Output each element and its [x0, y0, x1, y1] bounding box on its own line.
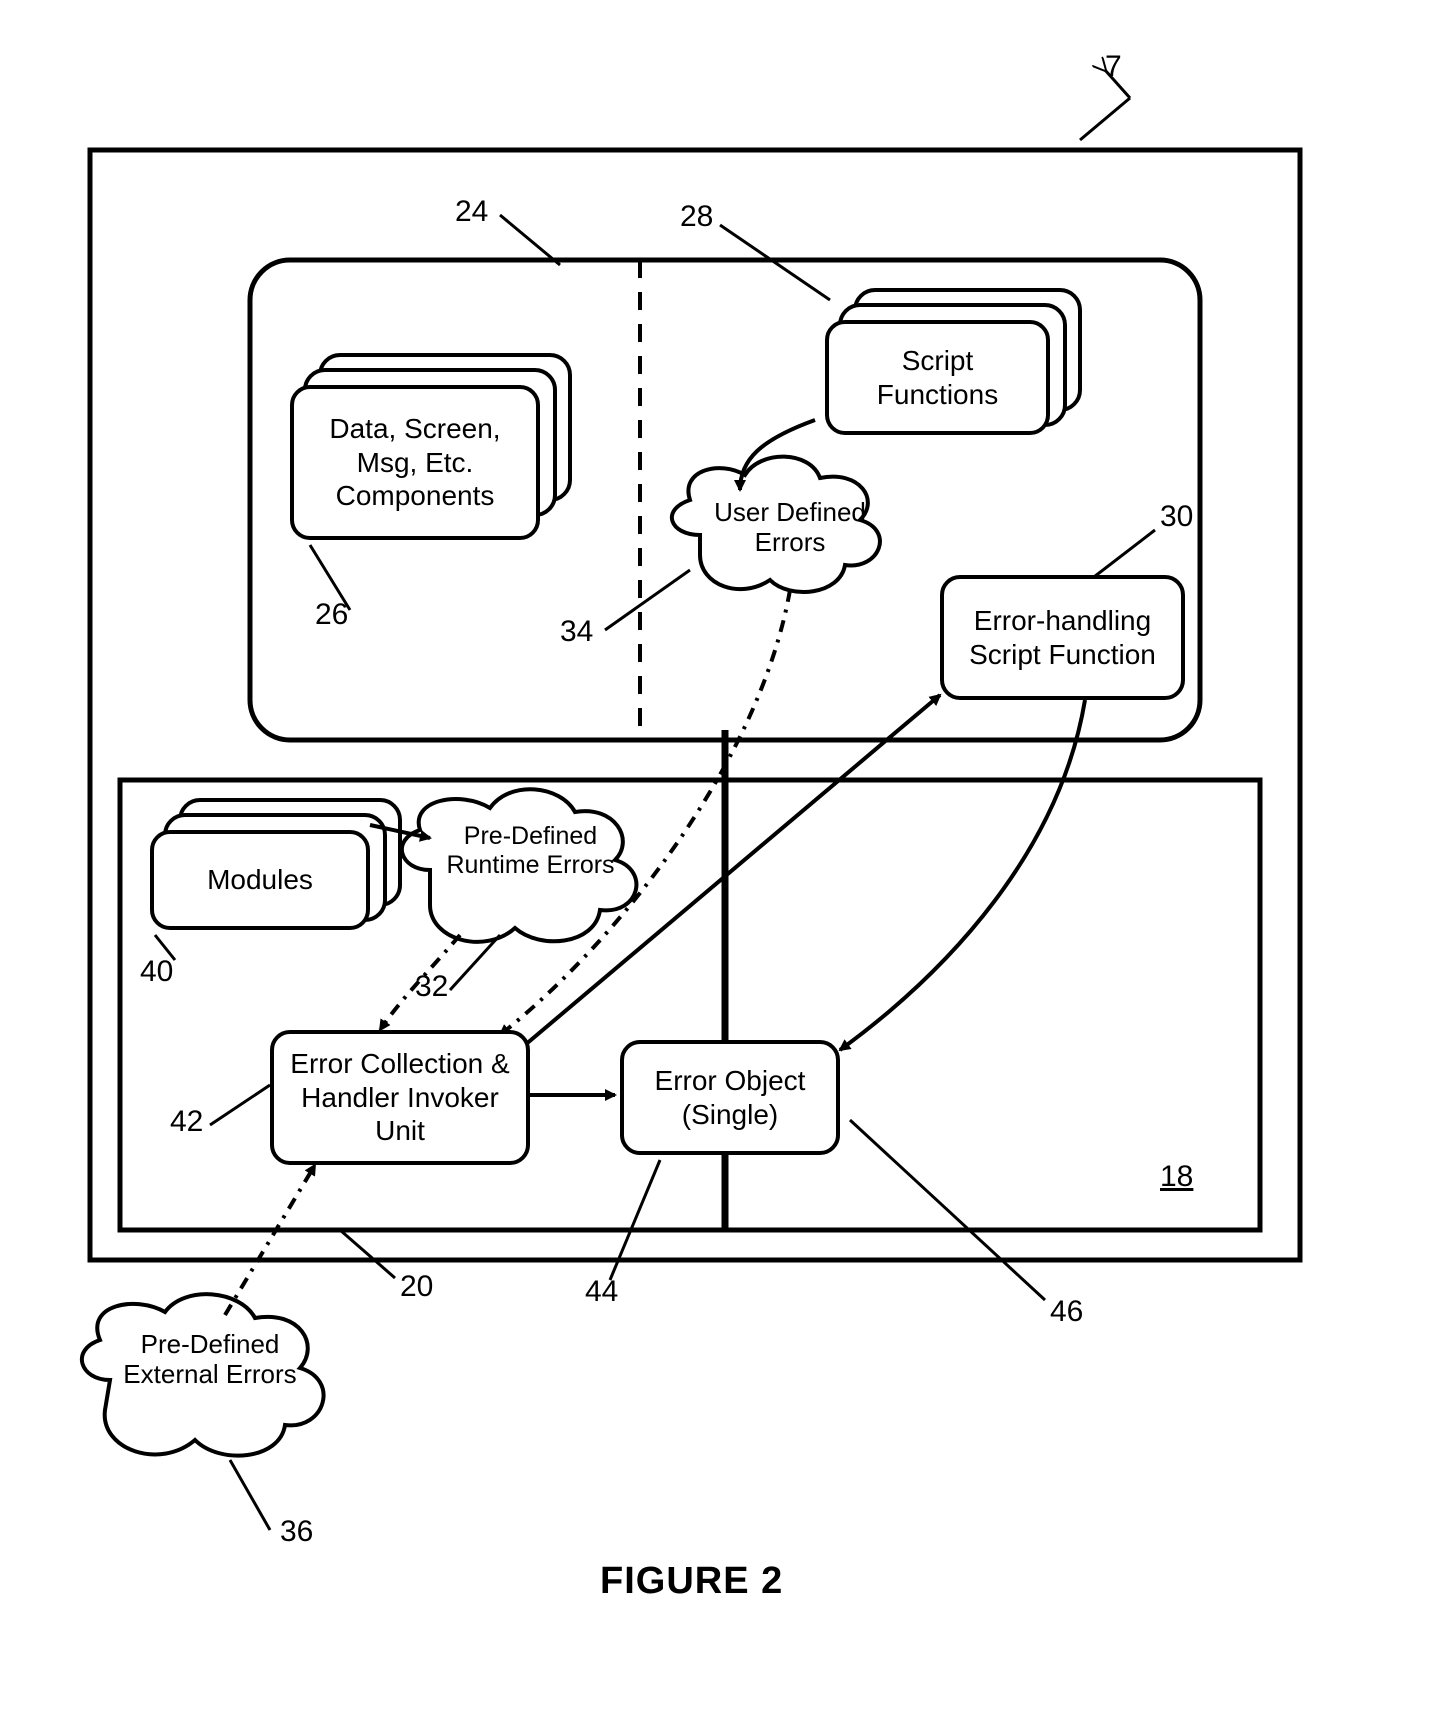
figure-title: FIGURE 2	[600, 1560, 783, 1603]
ref-30: 30	[1160, 500, 1193, 534]
cloud-text-external-errors: Pre-Defined External Errors	[115, 1330, 305, 1390]
ref-20: 20	[400, 1270, 433, 1304]
arrow-handlerfn-to-errorobject	[840, 700, 1085, 1050]
arrow-externalerrors-to-collector	[225, 1165, 315, 1315]
arrow-modules-to-runtimeerrors	[370, 825, 430, 838]
leader-34	[605, 570, 690, 630]
ref-34: 34	[560, 615, 593, 649]
ref-40: 40	[140, 955, 173, 989]
leader-30	[1090, 530, 1155, 580]
box-error-collection-invoker: Error Collection & Handler Invoker Unit	[270, 1030, 530, 1165]
leader-24	[500, 215, 560, 265]
leader-46	[850, 1120, 1045, 1300]
leader-44	[610, 1160, 660, 1280]
ref-46: 46	[1050, 1295, 1083, 1329]
ref-28: 28	[680, 200, 713, 234]
box-error-object-single: Error Object (Single)	[620, 1040, 840, 1155]
leader-42	[210, 1085, 270, 1125]
ref-26: 26	[315, 598, 348, 632]
box-script-functions: Script Functions	[825, 320, 1050, 435]
ref-18: 18	[1160, 1160, 1193, 1194]
ref-32: 32	[415, 970, 448, 1004]
arrow-scriptfn-to-usererrors	[740, 420, 815, 490]
ref-44: 44	[585, 1275, 618, 1309]
cloud-text-user-defined-errors: User Defined Errors	[700, 498, 880, 558]
ref-42: 42	[170, 1105, 203, 1139]
ref-7: 7	[1105, 50, 1122, 84]
cloud-text-runtime-errors: Pre-Defined Runtime Errors	[438, 822, 623, 880]
arrow-usererrors-to-collector	[500, 590, 790, 1035]
leader-20	[340, 1230, 395, 1278]
box-components: Data, Screen, Msg, Etc. Components	[290, 385, 540, 540]
box-modules: Modules	[150, 830, 370, 930]
leader-7	[1080, 98, 1130, 140]
ref-24: 24	[455, 195, 488, 229]
ref-36: 36	[280, 1515, 313, 1549]
box-error-handling-script: Error-handling Script Function	[940, 575, 1185, 700]
leader-28	[720, 225, 830, 300]
leader-32	[450, 935, 500, 990]
leader-36	[230, 1460, 270, 1530]
